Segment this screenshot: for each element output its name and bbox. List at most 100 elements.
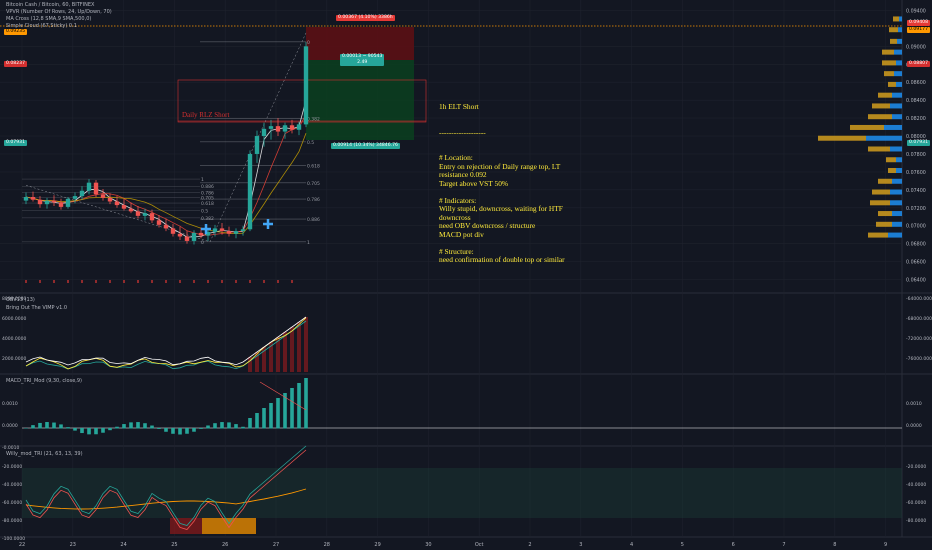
note-line: need confirmation of double top or simil…	[439, 255, 565, 264]
price-tick-label: 0.08200	[906, 116, 926, 122]
fib-label: 0.382	[201, 216, 214, 222]
candle	[79, 190, 85, 197]
profile-bar-down	[896, 168, 902, 174]
indicator-left-label: -40.0000	[2, 482, 22, 488]
analysis-note: 1h ELT Short ------------------- # Locat…	[439, 86, 565, 282]
candle	[107, 197, 113, 202]
profile-bar-down	[890, 200, 902, 206]
time-tick-label: 8	[833, 542, 836, 548]
candle	[135, 211, 141, 216]
price-tag-left-2: 0.08237	[4, 61, 27, 67]
signal-tick	[277, 280, 279, 283]
signal-tick	[81, 280, 83, 283]
macd-bar	[206, 425, 210, 429]
macd-bar	[241, 426, 245, 429]
candle	[233, 231, 239, 234]
macd-bar	[227, 422, 231, 429]
profile-bar-up	[878, 92, 892, 98]
obv-bar	[283, 332, 287, 372]
macd-bar	[94, 428, 98, 435]
candle	[128, 208, 134, 212]
candle	[219, 228, 225, 232]
fib-label: 1	[307, 240, 310, 246]
note-lines: # Location: Entry on rejection of Daily r…	[439, 153, 565, 265]
signal-tick	[291, 280, 293, 283]
candle	[114, 201, 120, 206]
candle	[296, 124, 302, 130]
signal-tick	[109, 280, 111, 283]
macd-bar	[45, 422, 49, 429]
indicator-axis-label: -80.0000	[906, 518, 926, 524]
fib-label: 0	[307, 40, 310, 46]
time-tick-label: 30	[425, 542, 431, 548]
indicator-axis-label: -20.0000	[906, 464, 926, 470]
profile-bar-down	[890, 189, 902, 195]
obv-bar	[290, 327, 294, 372]
candle	[226, 231, 232, 234]
signal-tick	[193, 280, 195, 283]
profile-bar-down	[898, 27, 902, 33]
candle	[289, 125, 295, 130]
candle	[93, 182, 99, 195]
price-tag-3: 0.08807	[907, 61, 930, 67]
profile-bar-up	[882, 60, 896, 66]
candle	[142, 213, 148, 216]
trend-line	[25, 185, 211, 243]
indicator-axis-label: -76000.0000	[906, 356, 932, 362]
chart-root: 0.886 0.786 0.705 0.618 0.5 0.382 0 1 0.886 0.786…	[0, 0, 932, 550]
profile-bar-down	[890, 103, 902, 109]
indicator-left-label: 6000.0000	[2, 316, 26, 322]
macd-bar	[178, 428, 182, 435]
candle	[86, 182, 92, 191]
candle	[268, 126, 274, 129]
price-tag-left-1: 0.09235	[4, 29, 27, 35]
price-tick-label: 0.09400	[906, 8, 926, 14]
macd-pane	[22, 378, 902, 435]
price-tag-top: 0.09408	[907, 20, 930, 26]
macd-bar	[38, 422, 42, 429]
candle	[247, 153, 253, 230]
macd-bar	[171, 428, 175, 434]
obv-bar	[269, 342, 273, 372]
fib-label: 0.5	[201, 208, 208, 214]
signal-tick	[123, 280, 125, 283]
signal-tick	[67, 280, 69, 283]
profile-bar-down	[892, 211, 902, 217]
willy-pane	[22, 445, 902, 534]
obv-bar	[297, 322, 301, 372]
candle	[72, 196, 78, 199]
profile-bar-up	[868, 232, 888, 238]
signal-ticks	[25, 280, 293, 283]
profile-bar-down	[892, 92, 902, 98]
indicator-left-label: -100.0000	[2, 536, 25, 542]
signal-tick	[95, 280, 97, 283]
macd-bar	[199, 428, 203, 429]
fib-label: 0	[201, 240, 204, 246]
candle	[156, 220, 162, 225]
study-ma-cross: MA Cross (12,8 SMA,9 SMA,500,0)	[6, 16, 92, 22]
candle	[58, 202, 64, 207]
fib-label: 0.382	[307, 116, 320, 122]
macd-bar	[276, 398, 280, 429]
profile-bar-down	[888, 232, 902, 238]
macd-bar	[52, 422, 56, 429]
price-tick-label: 0.07400	[906, 188, 926, 194]
time-tick-label: 27	[273, 542, 279, 548]
candle	[254, 136, 260, 154]
candle	[163, 224, 169, 229]
indicator-left-label: 0.0000	[2, 423, 18, 429]
macd-bar	[73, 428, 77, 431]
signal-tick	[53, 280, 55, 283]
price-tag-left-3: 0.07931	[4, 140, 27, 146]
profile-bar-up	[893, 16, 899, 22]
macd-bar	[304, 378, 308, 429]
candle	[100, 194, 106, 198]
price-tick-label: 0.07600	[906, 170, 926, 176]
time-tick-label: 29	[374, 542, 380, 548]
fib-label: 0.705	[201, 196, 214, 202]
macd-bar	[157, 428, 161, 429]
macd-bar	[234, 424, 238, 429]
time-tick-label: 6	[732, 542, 735, 548]
profile-bar-down	[884, 124, 902, 130]
profile-bar-up	[888, 81, 896, 87]
